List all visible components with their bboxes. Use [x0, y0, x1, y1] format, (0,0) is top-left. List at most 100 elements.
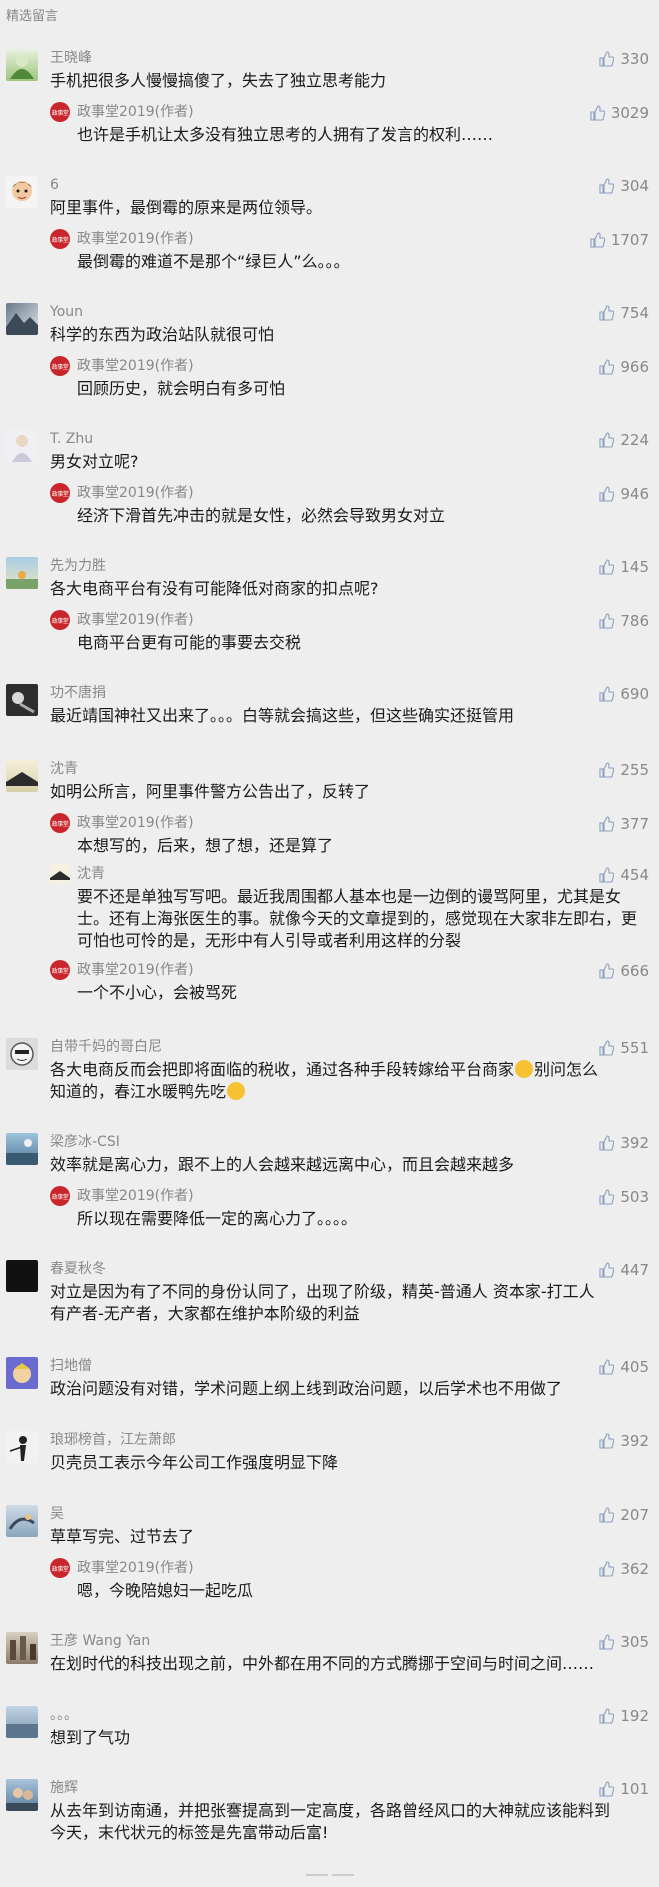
reply-nickname[interactable]: 政事堂2019(作者): [77, 961, 194, 979]
like-button[interactable]: 392: [598, 1432, 649, 1450]
comment-text: 在划时代的科技出现之前，中外都在用不同的方式腾挪于空间与时间之间……: [50, 1654, 595, 1673]
like-button[interactable]: 1707: [589, 231, 649, 249]
like-count: 255: [620, 761, 649, 779]
comment-text: 贝壳员工表示今年公司工作强度明显下降: [50, 1453, 339, 1472]
reply-nickname[interactable]: 政事堂2019(作者): [77, 484, 194, 502]
like-button[interactable]: 192: [598, 1707, 649, 1725]
author-avatar[interactable]: 政事堂: [50, 483, 70, 503]
comment-text: 手机把很多人慢慢搞傻了，失去了独立思考能力: [50, 71, 387, 90]
comment-nickname[interactable]: 6: [50, 176, 59, 194]
reply-nickname[interactable]: 政事堂2019(作者): [77, 611, 194, 629]
reply-nickname[interactable]: 政事堂2019(作者): [77, 357, 194, 375]
author-avatar[interactable]: 政事堂: [50, 960, 70, 980]
like-button[interactable]: 330: [598, 50, 649, 68]
avatar[interactable]: [50, 864, 70, 884]
avatar[interactable]: [6, 1505, 38, 1537]
thumbs-up-icon: [599, 762, 615, 778]
author-avatar[interactable]: 政事堂: [50, 102, 70, 122]
like-count: 946: [620, 485, 649, 503]
avatar[interactable]: [6, 1779, 38, 1811]
like-button[interactable]: 145: [598, 558, 649, 576]
author-avatar[interactable]: 政事堂: [50, 229, 70, 249]
like-button[interactable]: 754: [598, 304, 649, 322]
thumbs-up-icon: [599, 613, 615, 629]
thumbs-up-icon: [599, 1781, 615, 1797]
like-button[interactable]: 305: [598, 1633, 649, 1651]
avatar[interactable]: [6, 49, 38, 81]
avatar[interactable]: [6, 1632, 38, 1664]
reply-nickname[interactable]: 政事堂2019(作者): [77, 103, 194, 121]
comment-text: 效率就是离心力，跟不上的人会越来越远离中心，而且会越来越多: [50, 1155, 515, 1174]
thumbs-up-icon: [590, 232, 605, 248]
avatar[interactable]: [6, 1357, 38, 1389]
like-count: 362: [620, 1560, 649, 1578]
avatar[interactable]: [6, 1706, 38, 1738]
like-button[interactable]: 946: [598, 485, 649, 503]
avatar[interactable]: [6, 1038, 38, 1070]
tongue-out-emoji-icon: [227, 1082, 246, 1100]
like-button[interactable]: 255: [598, 761, 649, 779]
like-count: 503: [620, 1188, 649, 1206]
author-avatar[interactable]: 政事堂: [50, 1186, 70, 1206]
like-button[interactable]: 392: [598, 1134, 649, 1152]
comment-nickname[interactable]: 沈青: [50, 760, 78, 778]
avatar[interactable]: [6, 176, 38, 208]
like-button[interactable]: 207: [598, 1506, 649, 1524]
like-button[interactable]: 224: [598, 431, 649, 449]
like-button[interactable]: 405: [598, 1358, 649, 1376]
comment-nickname[interactable]: 吴: [50, 1505, 64, 1523]
like-button[interactable]: 966: [598, 358, 649, 376]
like-button[interactable]: 454: [598, 866, 649, 884]
reply-text: 嗯，今晚陪媳妇一起吃瓜: [77, 1581, 254, 1600]
thumbs-up-icon: [599, 867, 615, 883]
avatar[interactable]: [6, 557, 38, 589]
comment-nickname[interactable]: Youn: [50, 303, 83, 321]
like-button[interactable]: 3029: [589, 104, 649, 122]
comment-text: 草草写完、过节去了: [50, 1527, 195, 1546]
like-button[interactable]: 101: [598, 1780, 649, 1798]
like-button[interactable]: 503: [598, 1188, 649, 1206]
reply-nickname[interactable]: 政事堂2019(作者): [77, 1187, 194, 1205]
like-count: 447: [620, 1261, 649, 1279]
comment-nickname[interactable]: 先为力胜: [50, 557, 106, 575]
like-count: 304: [620, 177, 649, 195]
reply-nickname[interactable]: 政事堂2019(作者): [77, 1559, 194, 1577]
like-button[interactable]: 304: [598, 177, 649, 195]
cat-face-emoji-icon: [515, 1060, 534, 1078]
comment-nickname[interactable]: T. Zhu: [50, 430, 93, 448]
like-button[interactable]: 362: [598, 1560, 649, 1578]
reply-nickname[interactable]: 沈青: [77, 865, 105, 883]
like-button[interactable]: 377: [598, 815, 649, 833]
comment-nickname[interactable]: 功不唐捐: [50, 684, 106, 702]
author-avatar[interactable]: 政事堂: [50, 1558, 70, 1578]
like-button[interactable]: 690: [598, 685, 649, 703]
author-avatar[interactable]: 政事堂: [50, 813, 70, 833]
comment-nickname[interactable]: 春夏秋冬: [50, 1260, 106, 1278]
avatar[interactable]: [6, 760, 38, 792]
like-count: 207: [620, 1506, 649, 1524]
comment-nickname[interactable]: 王彦 Wang Yan: [50, 1632, 150, 1650]
comment-nickname[interactable]: 施辉: [50, 1779, 78, 1797]
avatar[interactable]: [6, 684, 38, 716]
comment-nickname[interactable]: 王晓峰: [50, 49, 92, 67]
avatar[interactable]: [6, 1133, 38, 1165]
author-avatar[interactable]: 政事堂: [50, 610, 70, 630]
thumbs-up-icon: [599, 1262, 615, 1278]
comment-nickname[interactable]: 琅琊榜首，江左萧郎: [50, 1431, 176, 1449]
thumbs-up-icon: [599, 1135, 615, 1151]
comment-nickname[interactable]: 。。。: [50, 1706, 78, 1724]
comment-nickname[interactable]: 梁彦冰-CSI: [50, 1133, 120, 1151]
comment-nickname[interactable]: 自带千妈的哥白尼: [50, 1038, 162, 1056]
avatar[interactable]: [6, 303, 38, 335]
like-button[interactable]: 666: [598, 962, 649, 980]
author-avatar[interactable]: 政事堂: [50, 356, 70, 376]
comment-nickname[interactable]: 扫地僧: [50, 1357, 92, 1375]
reply-nickname[interactable]: 政事堂2019(作者): [77, 814, 194, 832]
avatar[interactable]: [6, 1260, 38, 1292]
like-button[interactable]: 551: [598, 1039, 649, 1057]
reply-nickname[interactable]: 政事堂2019(作者): [77, 230, 194, 248]
like-button[interactable]: 786: [598, 612, 649, 630]
avatar[interactable]: [6, 430, 38, 462]
like-button[interactable]: 447: [598, 1261, 649, 1279]
avatar[interactable]: [6, 1431, 38, 1463]
